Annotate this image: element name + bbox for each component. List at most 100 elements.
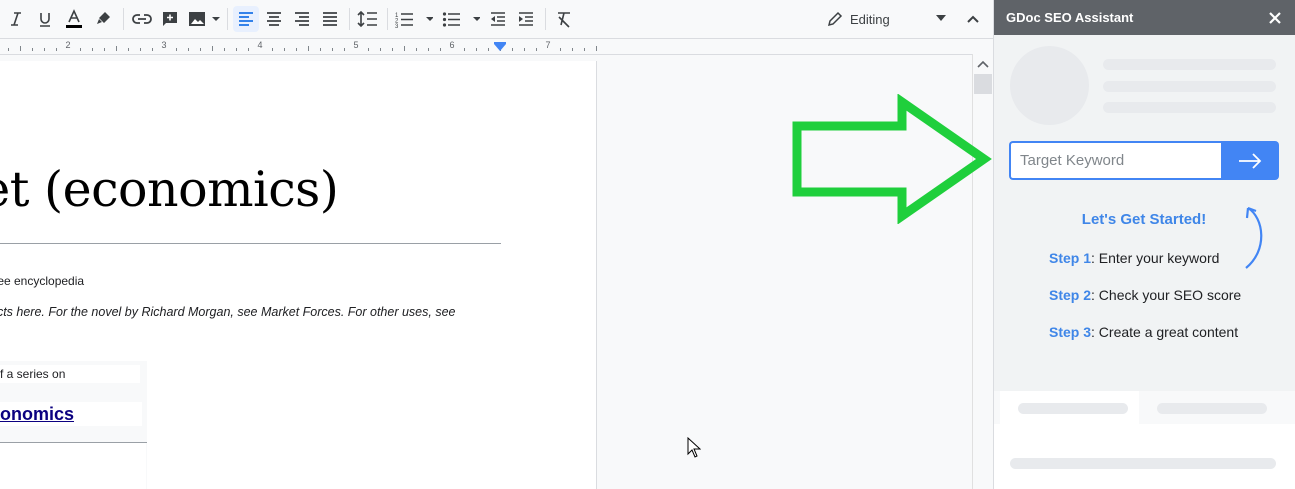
- ruler-tick: [584, 48, 585, 51]
- underline-icon: [40, 13, 50, 27]
- justify-icon: [323, 12, 337, 26]
- line-spacing-button[interactable]: [355, 6, 381, 32]
- ruler-tick: [248, 48, 249, 51]
- underline-button[interactable]: [32, 6, 58, 32]
- toolbar-divider: [349, 8, 350, 30]
- panel-header: GDoc SEO Assistant: [994, 0, 1295, 35]
- align-right-button[interactable]: [289, 6, 315, 32]
- target-keyword-input[interactable]: [1009, 141, 1221, 180]
- step-number: Step 2: [1049, 287, 1092, 303]
- bulleted-list-icon: [442, 12, 480, 27]
- ruler-number: 7: [545, 40, 551, 50]
- infobox-body: [0, 443, 146, 489]
- ruler-number: 4: [257, 40, 263, 50]
- tab-skeleton: [1157, 403, 1267, 414]
- skeleton-line: [1103, 59, 1276, 70]
- align-right-icon: [295, 12, 309, 26]
- ruler-number: 2: [65, 40, 71, 50]
- ruler-tick: [440, 48, 441, 51]
- bulleted-list-button[interactable]: [440, 6, 482, 32]
- ruler-tick: [212, 46, 213, 51]
- title-rule: [0, 243, 501, 244]
- toolbar-divider: [123, 8, 124, 30]
- line-spacing-icon: [357, 10, 377, 28]
- tab-skeleton: [1018, 403, 1128, 414]
- chevron-down-icon: [936, 15, 946, 21]
- ruler-number: 6: [449, 40, 455, 50]
- ruler[interactable]: 2 3 4 5 6 7: [0, 38, 993, 54]
- italic-icon: [11, 12, 21, 26]
- ruler-tick: [8, 48, 9, 51]
- ruler-tick: [488, 48, 489, 51]
- ruler-tick: [92, 48, 93, 51]
- ruler-tick: [428, 48, 429, 51]
- ruler-tick: [188, 48, 189, 51]
- arrow-right-icon: [1239, 152, 1262, 169]
- document-subtitle[interactable]: free encyclopedia: [0, 274, 84, 288]
- ruler-tick: [224, 48, 225, 51]
- step-text: : Create a great content: [1091, 324, 1239, 340]
- toolbar-divider: [227, 8, 228, 30]
- ruler-tick: [116, 46, 117, 51]
- ruler-tick: [20, 46, 21, 51]
- ruler-tick: [236, 48, 237, 51]
- curved-arrow-icon: [1245, 206, 1263, 269]
- document-page[interactable]: ket (economics) free encyclopedia ects h…: [0, 61, 597, 489]
- right-indent-marker[interactable]: [494, 44, 506, 51]
- ruler-tick: [368, 48, 369, 51]
- panel-title: GDoc SEO Assistant: [1006, 10, 1134, 25]
- ruler-tick: [200, 48, 201, 51]
- increase-indent-button[interactable]: [513, 6, 539, 32]
- step-number: Step 3: [1049, 324, 1092, 340]
- editing-mode-dropdown[interactable]: Editing: [826, 6, 950, 32]
- step-3: Step 3: Create a great content: [1049, 324, 1238, 340]
- scrollbar-thumb[interactable]: [974, 74, 992, 94]
- editing-mode-label: Editing: [850, 11, 890, 27]
- justify-button[interactable]: [317, 6, 343, 32]
- step-1: Step 1: Enter your keyword: [1049, 250, 1219, 266]
- step-number: Step 1: [1049, 250, 1092, 266]
- ruler-number: 5: [353, 40, 359, 50]
- ruler-tick: [296, 48, 297, 51]
- insert-link-button[interactable]: [129, 6, 155, 32]
- text-color-button[interactable]: [61, 6, 87, 32]
- align-left-button[interactable]: [233, 6, 259, 32]
- highlight-button[interactable]: [91, 6, 117, 32]
- submit-keyword-button[interactable]: [1221, 141, 1279, 180]
- skeleton-line: [1103, 81, 1276, 92]
- hide-menus-button[interactable]: [960, 6, 986, 32]
- ruler-tick: [596, 46, 597, 51]
- insert-image-button[interactable]: [185, 6, 223, 32]
- step-text: : Enter your keyword: [1091, 250, 1220, 266]
- ruler-tick: [404, 46, 405, 51]
- ruler-tick: [56, 48, 57, 51]
- step-2: Step 2: Check your SEO score: [1049, 287, 1241, 303]
- step-text: : Check your SEO score: [1091, 287, 1242, 303]
- ruler-tick: [320, 48, 321, 51]
- clear-formatting-icon: [558, 12, 570, 28]
- ruler-tick: [536, 48, 537, 51]
- skeleton-line: [1010, 458, 1276, 469]
- toolbar-divider: [387, 8, 388, 30]
- close-icon[interactable]: [1267, 10, 1283, 26]
- text-color-icon: [66, 9, 82, 28]
- highlighter-icon: [97, 12, 110, 24]
- scroll-up-icon[interactable]: [977, 60, 989, 68]
- mouse-pointer-icon: [687, 437, 701, 458]
- decrease-indent-button[interactable]: [485, 6, 511, 32]
- screen: 123 Editing 2 3 4 5 6 7 t (economics) e …: [0, 0, 1295, 489]
- italic-button[interactable]: [3, 6, 29, 32]
- keyword-form: [1009, 141, 1279, 180]
- ruler-tick: [512, 48, 513, 51]
- numbered-list-icon: 123: [395, 13, 433, 28]
- infobox-link[interactable]: onomics: [0, 402, 142, 426]
- align-center-button[interactable]: [261, 6, 287, 32]
- hatnote-text[interactable]: ects here. For the novel by Richard Morg…: [0, 305, 455, 319]
- add-comment-button[interactable]: [157, 6, 183, 32]
- document-title[interactable]: ket (economics): [0, 161, 339, 218]
- ruler-tick: [140, 48, 141, 51]
- increase-indent-icon: [519, 12, 533, 26]
- clear-formatting-button[interactable]: [551, 6, 577, 32]
- ruler-tick: [176, 48, 177, 51]
- numbered-list-button[interactable]: 123: [393, 6, 435, 32]
